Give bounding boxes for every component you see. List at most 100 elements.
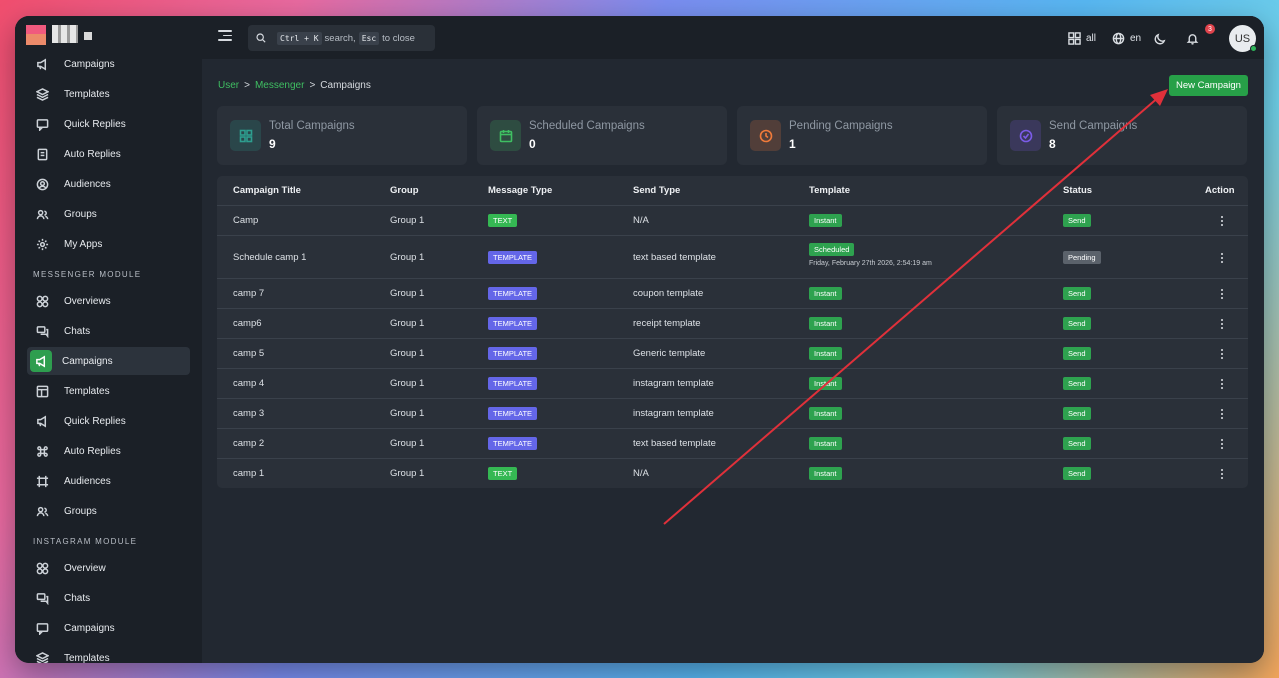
sidebar-item-campaigns[interactable]: Campaigns (27, 347, 190, 375)
sidebar-item-label: Overview (64, 562, 106, 574)
sidebar-item-templates[interactable]: Templates (27, 644, 190, 663)
table-row[interactable]: Camp Group 1 TEXT N/A Instant Send (217, 205, 1248, 235)
group-cell: Group 1 (390, 318, 425, 329)
language-button[interactable]: en (1112, 29, 1141, 47)
row-actions-kebab-icon[interactable] (1217, 348, 1227, 360)
send-type-cell: N/A (633, 468, 649, 479)
stat-value: 0 (529, 137, 536, 151)
sidebar-item-auto-replies[interactable]: Auto Replies (27, 140, 190, 168)
search-hint-close: to close (382, 32, 415, 44)
layers-icon (33, 85, 51, 103)
breadcrumb-messenger[interactable]: Messenger (255, 80, 304, 91)
sidebar-item-label: Auto Replies (64, 445, 121, 457)
status-badge: Send (1063, 287, 1091, 300)
sidebar-item-label: Campaigns (64, 58, 115, 70)
status-badge: Send (1063, 467, 1091, 480)
breadcrumb-user[interactable]: User (218, 80, 239, 91)
user-avatar[interactable]: US (1229, 25, 1257, 52)
group-cell: Group 1 (390, 348, 425, 359)
sidebar-item-campaigns[interactable]: Campaigns (27, 614, 190, 642)
table-row[interactable]: camp 3 Group 1 TEMPLATE instagram template I… (217, 398, 1248, 428)
stat-label: Send Campaigns (1049, 120, 1138, 132)
row-actions-kebab-icon[interactable] (1217, 252, 1227, 264)
bell-icon (1186, 33, 1199, 45)
row-actions-kebab-icon[interactable] (1217, 288, 1227, 300)
row-actions-kebab-icon[interactable] (1217, 408, 1227, 420)
table-row[interactable]: camp6 Group 1 TEMPLATE receipt template Inst… (217, 308, 1248, 338)
table-row[interactable]: camp 5 Group 1 TEMPLATE Generic template Ins… (217, 338, 1248, 368)
sidebar-item-quick-replies[interactable]: Quick Replies (27, 110, 190, 138)
avatar-initials: US (1234, 32, 1251, 45)
row-actions-kebab-icon[interactable] (1217, 318, 1227, 330)
group-cell: Group 1 (390, 408, 425, 419)
chat-icon (33, 589, 51, 607)
sidebar: Campaigns Templates Quick Replies Auto Repl… (15, 16, 202, 663)
sidebar-item-templates[interactable]: Templates (27, 377, 190, 405)
sidebar-item-audiences[interactable]: Audiences (27, 170, 190, 198)
template-badge: Instant (809, 317, 842, 330)
group-cell: Group 1 (390, 288, 425, 299)
row-actions-kebab-icon[interactable] (1217, 215, 1227, 227)
group-cell: Group 1 (390, 468, 425, 479)
send-type-cell: text based template (633, 438, 716, 449)
notifications-button[interactable] (1186, 29, 1204, 47)
megaphone-icon (33, 55, 51, 73)
send-type-cell: receipt template (633, 318, 701, 329)
status-badge: Send (1063, 317, 1091, 330)
clock-icon (750, 120, 781, 151)
menu-toggle-icon[interactable] (218, 30, 232, 44)
sidebar-item-chats[interactable]: Chats (27, 317, 190, 345)
status-badge: Pending (1063, 250, 1101, 264)
table-row[interactable]: camp 1 Group 1 TEXT N/A Instant Send (217, 458, 1248, 488)
breadcrumb: User > Messenger > Campaigns (218, 80, 371, 91)
sidebar-item-label: Chats (64, 325, 91, 337)
sidebar-item-quick-replies[interactable]: Quick Replies (27, 407, 190, 435)
row-actions-kebab-icon[interactable] (1217, 468, 1227, 480)
sidebar-item-audiences[interactable]: Audiences (27, 467, 190, 495)
sidebar-item-campaigns[interactable]: Campaigns (27, 50, 190, 78)
sidebar-item-overviews[interactable]: Overviews (27, 287, 190, 315)
search-input[interactable]: Ctrl + K search, Esc to close (248, 25, 435, 51)
sidebar-item-templates[interactable]: Templates (27, 80, 190, 108)
megaphone-icon (30, 350, 52, 372)
message-type-badge: TEXT (488, 467, 518, 480)
sidebar-item-label: Quick Replies (64, 415, 126, 427)
campaign-title-cell: camp 2 (233, 438, 265, 449)
table-row[interactable]: Schedule camp 1 Group 1 TEMPLATE text based… (217, 235, 1248, 278)
main-content: Ctrl + K search, Esc to close all en 3 U… (202, 16, 1264, 663)
group-cell: Group 1 (390, 215, 425, 226)
table-row[interactable]: camp 2 Group 1 TEMPLATE text based template… (217, 428, 1248, 458)
new-campaign-button[interactable]: New Campaign (1169, 75, 1248, 96)
template-badge: Instant (809, 287, 842, 300)
column-header-send-type: Send Type (633, 185, 681, 196)
sidebar-item-my-apps[interactable]: My Apps (27, 230, 190, 258)
sidebar-item-auto-replies[interactable]: Auto Replies (27, 437, 190, 465)
breadcrumb-sep: > (309, 80, 316, 91)
sidebar-item-groups[interactable]: Groups (27, 200, 190, 228)
theme-toggle-button[interactable] (1154, 29, 1172, 47)
apps-button[interactable]: all (1068, 29, 1096, 47)
send-type-cell: N/A (633, 215, 649, 226)
group-cell: Group 1 (390, 378, 425, 389)
campaign-title-cell: camp6 (233, 318, 262, 329)
sidebar-item-chats[interactable]: Chats (27, 584, 190, 612)
search-icon (256, 33, 266, 43)
total-campaigns-card: Total Campaigns 9 (217, 106, 467, 165)
check-circle-icon (1010, 120, 1041, 151)
campaign-title-cell: camp 5 (233, 348, 265, 359)
grid-icon (33, 292, 51, 310)
kbd-ctrl-k: Ctrl + K (277, 31, 322, 45)
app-logo (26, 25, 96, 45)
group-cell: Group 1 (390, 251, 425, 263)
sidebar-item-overview[interactable]: Overview (27, 554, 190, 582)
column-header-template: Template (809, 185, 851, 196)
sidebar-item-label: Groups (64, 208, 97, 220)
table-row[interactable]: camp 7 Group 1 TEMPLATE coupon template Inst… (217, 278, 1248, 308)
status-badge: Send (1063, 214, 1091, 227)
template-badge: Instant (809, 437, 842, 450)
sidebar-item-groups[interactable]: Groups (27, 497, 190, 525)
row-actions-kebab-icon[interactable] (1217, 378, 1227, 390)
table-row[interactable]: camp 4 Group 1 TEMPLATE instagram template I… (217, 368, 1248, 398)
template-badge: Instant (809, 467, 842, 480)
row-actions-kebab-icon[interactable] (1217, 438, 1227, 450)
